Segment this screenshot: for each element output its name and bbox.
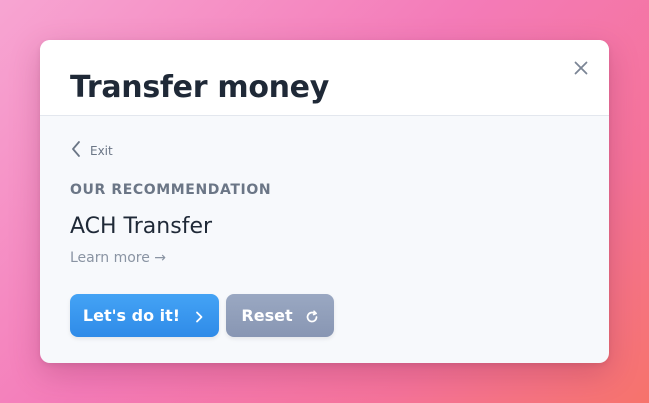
learn-more-link[interactable]: Learn more →: [70, 250, 166, 266]
refresh-icon: [305, 309, 319, 323]
modal-title: Transfer money: [70, 70, 329, 105]
lets-do-it-button[interactable]: Let's do it!: [70, 294, 219, 337]
chevron-left-icon: [70, 140, 82, 162]
lets-do-it-label: Let's do it!: [82, 306, 181, 325]
exit-label: Exit: [90, 144, 113, 158]
recommendation-eyebrow: OUR RECOMMENDATION: [70, 182, 272, 198]
reset-label: Reset: [241, 306, 293, 325]
chevron-right-icon: [192, 309, 206, 323]
reset-button[interactable]: Reset: [226, 294, 334, 337]
modal-header: Transfer money: [40, 40, 609, 116]
exit-link[interactable]: Exit: [70, 140, 113, 162]
close-icon[interactable]: [571, 58, 591, 78]
transfer-modal: Transfer money Exit OUR RECOMMENDATION A…: [40, 40, 609, 363]
recommendation-title: ACH Transfer: [70, 214, 213, 239]
